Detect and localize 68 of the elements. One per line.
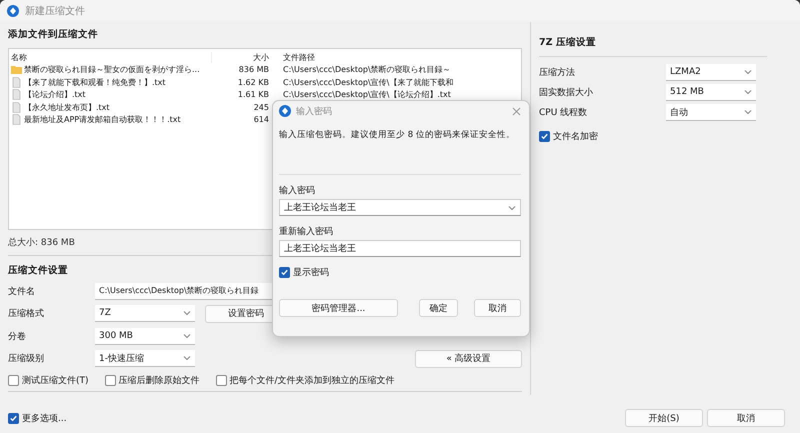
file-path: C:\Users\ccc\Desktop\宣传\【论坛介绍】.txt: [282, 89, 451, 100]
checkbox[interactable]: 压缩后删除原始文件: [104, 374, 200, 387]
file-size: 245: [252, 102, 270, 112]
file-name[interactable]: 【论坛介绍】.txt: [24, 89, 86, 100]
dialog-message: 输入压缩包密码。建议使用至少 8 位的密码来保证安全性。: [279, 129, 516, 141]
file-icon: [11, 114, 22, 126]
section-heading: 7Z 压缩设置: [539, 36, 597, 50]
chevron-icon: [744, 69, 752, 75]
file-name[interactable]: 最新地址及APP请发邮箱自动获取！！！.txt: [24, 114, 181, 126]
field-label: 文件名: [8, 286, 36, 298]
chevron-icon: [508, 204, 516, 210]
dialog-title: 输入密码: [296, 106, 332, 118]
column-header[interactable]: 文件路径: [272, 52, 315, 63]
file-path: C:\Users\ccc\Desktop\宣传\【来了就能下载和: [282, 76, 454, 88]
file-size: 614: [252, 115, 270, 124]
check-icon: [280, 268, 289, 277]
password-field[interactable]: 上老王论坛当老王: [279, 199, 521, 216]
field-label: 压缩格式: [8, 308, 45, 320]
checkbox[interactable]: 测试压缩文件(T): [8, 374, 89, 387]
file-icon: [11, 102, 22, 113]
password-manager-button[interactable]: 密码管理器...: [279, 299, 398, 317]
advanced-settings-button[interactable]: « 高级设置: [415, 350, 522, 368]
chevron-icon: [183, 332, 191, 339]
dropdown[interactable]: 300 MB: [95, 328, 195, 345]
window-title: 新建压缩文件: [25, 4, 85, 18]
checkbox[interactable]: 把每个文件/文件夹添加到独立的压缩文件: [216, 374, 395, 387]
field-label: 固实数据大小: [539, 86, 594, 99]
dialog-button[interactable]: 取消: [707, 409, 785, 427]
file-name[interactable]: 【永久地址发布页】.txt: [24, 102, 110, 113]
cancel-button[interactable]: 取消: [474, 299, 521, 317]
field-label: 压缩方法: [539, 66, 576, 79]
dropdown[interactable]: 7Z: [95, 305, 195, 322]
file-path: C:\Users\ccc\Desktop\禁断の寝取られ目録～: [282, 64, 451, 76]
confirm-password-field[interactable]: 上老王论坛当老王: [279, 240, 521, 257]
field-label: 压缩级别: [8, 352, 45, 366]
ok-button[interactable]: 确定: [419, 299, 458, 317]
section-heading: 添加文件到压缩文件: [8, 28, 98, 42]
field-label: 输入密码: [279, 184, 316, 197]
column-header[interactable]: 大小: [212, 52, 272, 63]
section-heading: 压缩文件设置: [8, 264, 68, 278]
file-size: 1.61 KB: [236, 90, 270, 100]
checkbox[interactable]: 更多选项...: [8, 412, 67, 424]
dropdown[interactable]: 自动: [666, 104, 756, 121]
app-icon: [279, 105, 291, 117]
check-icon: [9, 414, 18, 422]
dropdown[interactable]: 512 MB: [666, 84, 756, 101]
file-name[interactable]: 【来了就能下载和观看！纯免费！】.txt: [24, 76, 166, 88]
file-icon: [11, 89, 22, 100]
folder-icon: [11, 64, 22, 76]
close-icon[interactable]: [512, 106, 521, 116]
chevron-icon: [183, 355, 191, 362]
file-name[interactable]: 禁断の寝取られ目録～聖女の仮面を剥がす淫ら...: [24, 64, 200, 76]
checkbox[interactable]: 显示密码: [279, 266, 521, 279]
file-size: 836 MB: [238, 65, 270, 74]
file-size: 1.62 KB: [236, 78, 270, 87]
app-icon: [7, 5, 19, 17]
file-icon: [11, 76, 22, 88]
check-icon: [540, 132, 549, 141]
dialog-button[interactable]: 开始(S): [625, 409, 703, 427]
chevron-icon: [744, 109, 752, 115]
chevron-icon: [744, 89, 752, 95]
checkbox[interactable]: 文件名加密: [539, 130, 792, 143]
chevron-icon: [183, 310, 191, 316]
column-header[interactable]: 名称: [9, 52, 212, 63]
dropdown[interactable]: LZMA2: [666, 64, 756, 81]
field-label: 分卷: [8, 330, 27, 343]
dropdown[interactable]: 1-快速压缩: [95, 350, 195, 368]
field-label: CPU 线程数: [539, 106, 588, 119]
